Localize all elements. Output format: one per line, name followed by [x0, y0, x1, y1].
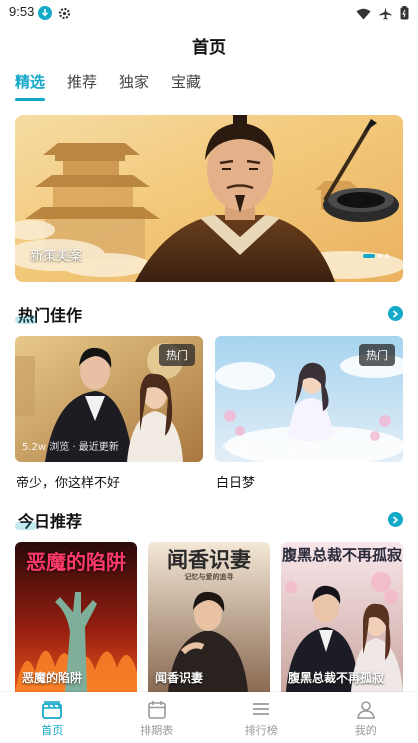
- recommend-cover-title: 恶魔的陷阱: [26, 550, 126, 574]
- hot-item-meta: 42.7w 浏览 · 最近更新: [222, 442, 326, 453]
- banner-carousel[interactable]: 新策美案: [15, 115, 403, 282]
- banner-title: 新策美案: [30, 249, 83, 264]
- list-icon: [253, 703, 270, 715]
- more-arrow-icon[interactable]: [388, 512, 403, 527]
- tab-exclusive[interactable]: 独家: [119, 71, 149, 101]
- category-tabs: 精选 推荐 独家 宝藏: [15, 71, 201, 101]
- more-arrow-icon[interactable]: [388, 306, 403, 321]
- tab-featured[interactable]: 精选: [15, 71, 46, 101]
- recommend-item-card[interactable]: 恶魔的陷阱 恶魔的陷阱: [15, 542, 137, 692]
- hot-item-cover: 热门 42.7w 浏览 · 最近更新: [215, 336, 403, 462]
- nav-item-schedule[interactable]: 排期表: [105, 692, 210, 743]
- recommend-item-title: 恶魔的陷阱: [22, 671, 83, 685]
- settings-notification-icon: [58, 5, 71, 24]
- hot-badge: 热门: [159, 344, 195, 366]
- page-title: 首页: [192, 38, 226, 58]
- status-time: 9:53: [9, 4, 35, 19]
- carousel-dot: [378, 254, 382, 258]
- recommend-item-card[interactable]: 腹黑总裁不再孤寂 腹黑总裁不再孤寂: [281, 542, 403, 692]
- battery-icon: [400, 5, 409, 24]
- wifi-icon: [356, 5, 371, 24]
- bottom-navigation: 首页 排期表 排行榜 我的: [0, 692, 418, 743]
- carousel-indicator: [363, 254, 389, 258]
- nav-item-profile[interactable]: 我的: [314, 692, 418, 743]
- section-title: 今日推荐: [14, 508, 82, 532]
- nav-label: 首页: [41, 724, 64, 737]
- user-icon: [356, 701, 375, 719]
- tab-recommended[interactable]: 推荐: [67, 71, 97, 101]
- clapperboard-icon: [42, 701, 63, 719]
- hot-badge: 热门: [359, 344, 395, 366]
- nav-label: 排期表: [140, 724, 174, 737]
- recommend-cover-subtitle: 记忆与爱的追寻: [184, 573, 234, 581]
- hot-item-meta: 5.2w 浏览 · 最近更新: [22, 442, 119, 453]
- recommend-item-title: 闻香识妻: [155, 671, 204, 685]
- hot-item-title: 帝少，你这样不好: [16, 476, 121, 491]
- recommend-cover-title: 闻香识妻: [167, 547, 251, 572]
- calendar-icon: [147, 701, 166, 719]
- tab-treasure[interactable]: 宝藏: [171, 71, 201, 101]
- nav-item-ranking[interactable]: 排行榜: [209, 692, 314, 743]
- status-bar: 9:53: [0, 0, 418, 26]
- nav-item-home[interactable]: 首页: [0, 692, 105, 743]
- hot-item-card[interactable]: 热门 5.2w 浏览 · 最近更新 帝少，你这样不好: [15, 336, 203, 491]
- carousel-dot: [363, 254, 375, 258]
- recommend-section-header: 今日推荐: [14, 508, 403, 532]
- recommend-cover-title: 腹黑总裁不再孤寂: [281, 546, 402, 564]
- hot-section-header: 热门佳作: [14, 302, 403, 326]
- download-notification-icon: [38, 5, 52, 24]
- section-title: 热门佳作: [14, 302, 82, 326]
- nav-label: 我的: [354, 724, 377, 737]
- hot-item-card[interactable]: 热门 42.7w 浏览 · 最近更新 白日梦: [215, 336, 403, 491]
- hot-item-cover: 热门 5.2w 浏览 · 最近更新: [15, 336, 203, 462]
- airplane-icon: [379, 5, 392, 24]
- nav-label: 排行榜: [244, 724, 278, 737]
- recommend-item-card[interactable]: 闻香识妻 记忆与爱的追寻 闻香识妻: [148, 542, 270, 692]
- hot-item-title: 白日梦: [216, 476, 256, 491]
- carousel-dot: [385, 254, 389, 258]
- recommend-item-title: 腹黑总裁不再孤寂: [288, 671, 385, 685]
